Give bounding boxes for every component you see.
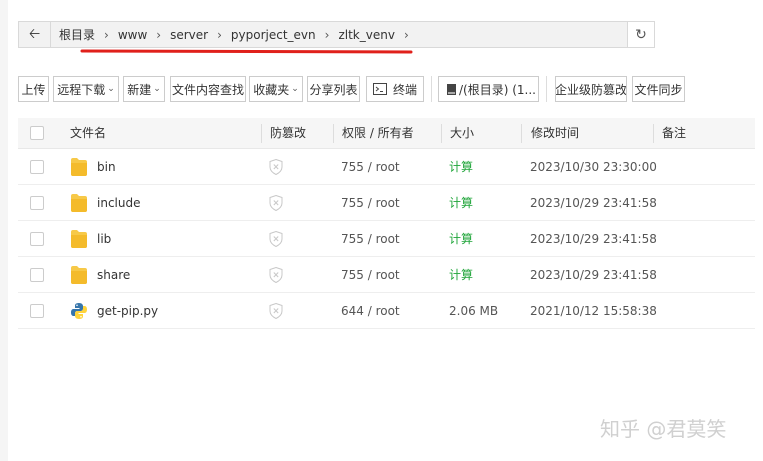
- tamper-proof-button[interactable]: 企业级防篡改: [555, 76, 627, 102]
- table-row[interactable]: include 755 / root 计算 2023/10/29 23:41:58: [18, 185, 755, 221]
- new-button[interactable]: 新建 ⌄: [123, 76, 165, 102]
- path-bar: 🡠 根目录 › www › server › pyporject_evn › z…: [18, 21, 655, 48]
- refresh-button[interactable]: ↻: [628, 22, 654, 47]
- file-size[interactable]: 计算: [449, 185, 473, 221]
- file-size[interactable]: 计算: [449, 257, 473, 293]
- row-checkbox[interactable]: [30, 196, 44, 210]
- shield-icon[interactable]: [269, 230, 283, 248]
- row-checkbox[interactable]: [30, 232, 44, 246]
- folder-icon: [71, 158, 87, 176]
- upload-button[interactable]: 上传: [18, 76, 49, 102]
- column-divider: [261, 124, 262, 143]
- modified-time: 2023/10/29 23:41:58: [530, 196, 657, 210]
- refresh-icon: ↻: [635, 26, 647, 43]
- chevron-down-icon: ⌄: [153, 84, 161, 94]
- breadcrumb-item-server[interactable]: server: [170, 28, 208, 42]
- remote-download-button[interactable]: 远程下载 ⌄: [53, 76, 119, 102]
- favorites-label: 收藏夹: [253, 82, 290, 97]
- arrow-left-icon: 🡠: [28, 25, 41, 42]
- breadcrumb-item-pyporject-evn[interactable]: pyporject_evn: [231, 28, 316, 42]
- disk-icon: [447, 83, 456, 95]
- file-size: 2.06 MB: [449, 304, 499, 318]
- permission-owner[interactable]: 755 / root: [341, 149, 400, 185]
- row-checkbox[interactable]: [30, 304, 44, 318]
- table-row[interactable]: share 755 / root 计算 2023/10/29 23:41:58: [18, 257, 755, 293]
- python-file-icon: [71, 303, 87, 321]
- share-list-label: 分享列表: [309, 82, 358, 97]
- file-size[interactable]: 计算: [449, 221, 473, 257]
- terminal-icon: [372, 83, 387, 95]
- select-all-checkbox[interactable]: [30, 126, 44, 140]
- breadcrumb-item-zltk-venv[interactable]: zltk_venv: [338, 28, 394, 42]
- modified-time: 2021/10/12 15:58:38: [530, 304, 657, 318]
- file-name[interactable]: include: [97, 185, 140, 221]
- table-row[interactable]: bin 755 / root 计算 2023/10/30 23:30:00: [18, 149, 755, 185]
- file-name[interactable]: share: [97, 257, 130, 293]
- content-search-label: 文件内容查找: [171, 82, 244, 97]
- back-button[interactable]: 🡠: [19, 22, 51, 47]
- shield-icon[interactable]: [269, 266, 283, 284]
- file-name[interactable]: get-pip.py: [97, 293, 158, 329]
- share-list-button[interactable]: 分享列表: [307, 76, 360, 102]
- table-row[interactable]: get-pip.py 644 / root 2.06 MB 2021/10/12 15…: [18, 293, 755, 329]
- table-row[interactable]: lib 755 / root 计算 2023/10/29 23:41:58: [18, 221, 755, 257]
- shield-icon[interactable]: [269, 158, 283, 176]
- modified-time: 2023/10/29 23:41:58: [530, 268, 657, 282]
- column-divider: [653, 124, 654, 143]
- file-sync-button[interactable]: 文件同步: [632, 76, 685, 102]
- row-checkbox[interactable]: [30, 160, 44, 174]
- permission-owner[interactable]: 755 / root: [341, 257, 400, 293]
- file-name[interactable]: lib: [97, 221, 111, 257]
- file-sync-label: 文件同步: [634, 82, 683, 97]
- new-label: 新建: [127, 82, 152, 97]
- chevron-right-icon: ›: [324, 27, 330, 42]
- chevron-down-icon: ⌄: [107, 84, 115, 94]
- column-header-size[interactable]: 大小: [450, 118, 474, 149]
- terminal-label: 终端: [392, 82, 417, 97]
- toolbar-divider: [546, 76, 547, 102]
- shield-icon[interactable]: [269, 194, 283, 212]
- folder-icon: [71, 230, 87, 248]
- upload-label: 上传: [21, 82, 46, 97]
- breadcrumb-item-root[interactable]: 根目录: [59, 26, 95, 43]
- file-name[interactable]: bin: [97, 149, 116, 185]
- column-header-mtime[interactable]: 修改时间: [531, 118, 579, 149]
- permission-owner[interactable]: 755 / root: [341, 221, 400, 257]
- folder-icon: [71, 266, 87, 284]
- tamper-proof-label: 企业级防篡改: [555, 82, 627, 97]
- file-size[interactable]: 计算: [449, 149, 473, 185]
- chevron-right-icon: ›: [156, 27, 162, 42]
- column-divider: [521, 124, 522, 143]
- row-checkbox[interactable]: [30, 268, 44, 282]
- file-table-header: 文件名 防篡改 权限 / 所有者 大小 修改时间 备注: [18, 118, 755, 149]
- disk-select-button[interactable]: /(根目录) (1...: [438, 76, 539, 102]
- chevron-right-icon: ›: [403, 27, 409, 42]
- chevron-right-icon: ›: [217, 27, 222, 42]
- modified-time: 2023/10/29 23:41:58: [530, 232, 657, 246]
- column-header-name[interactable]: 文件名: [70, 118, 106, 149]
- breadcrumb-item-www[interactable]: www: [118, 28, 147, 42]
- permission-owner[interactable]: 755 / root: [341, 185, 400, 221]
- content-search-button[interactable]: 文件内容查找: [170, 76, 246, 102]
- favorites-button[interactable]: 收藏夹 ⌄: [249, 76, 303, 102]
- watermark: 知乎 @君莫笑: [600, 417, 727, 441]
- modified-time: 2023/10/30 23:30:00: [530, 160, 657, 174]
- remote-download-label: 远程下载: [57, 82, 106, 97]
- column-header-note[interactable]: 备注: [662, 118, 686, 149]
- folder-icon: [71, 194, 87, 212]
- breadcrumb: 根目录 › www › server › pyporject_evn › zlt…: [51, 22, 628, 47]
- chevron-down-icon: ⌄: [291, 84, 299, 94]
- disk-label: /(根目录) (1...: [459, 82, 536, 97]
- terminal-button[interactable]: 终端: [366, 76, 424, 102]
- column-header-permission[interactable]: 权限 / 所有者: [342, 118, 414, 149]
- red-annotation-underline: [80, 49, 413, 54]
- permission-owner[interactable]: 644 / root: [341, 293, 400, 329]
- shield-icon[interactable]: [269, 302, 283, 320]
- toolbar-divider: [431, 76, 432, 102]
- chevron-right-icon: ›: [104, 27, 109, 42]
- column-divider: [333, 124, 334, 143]
- column-divider: [441, 124, 442, 143]
- column-header-tamper[interactable]: 防篡改: [270, 118, 306, 149]
